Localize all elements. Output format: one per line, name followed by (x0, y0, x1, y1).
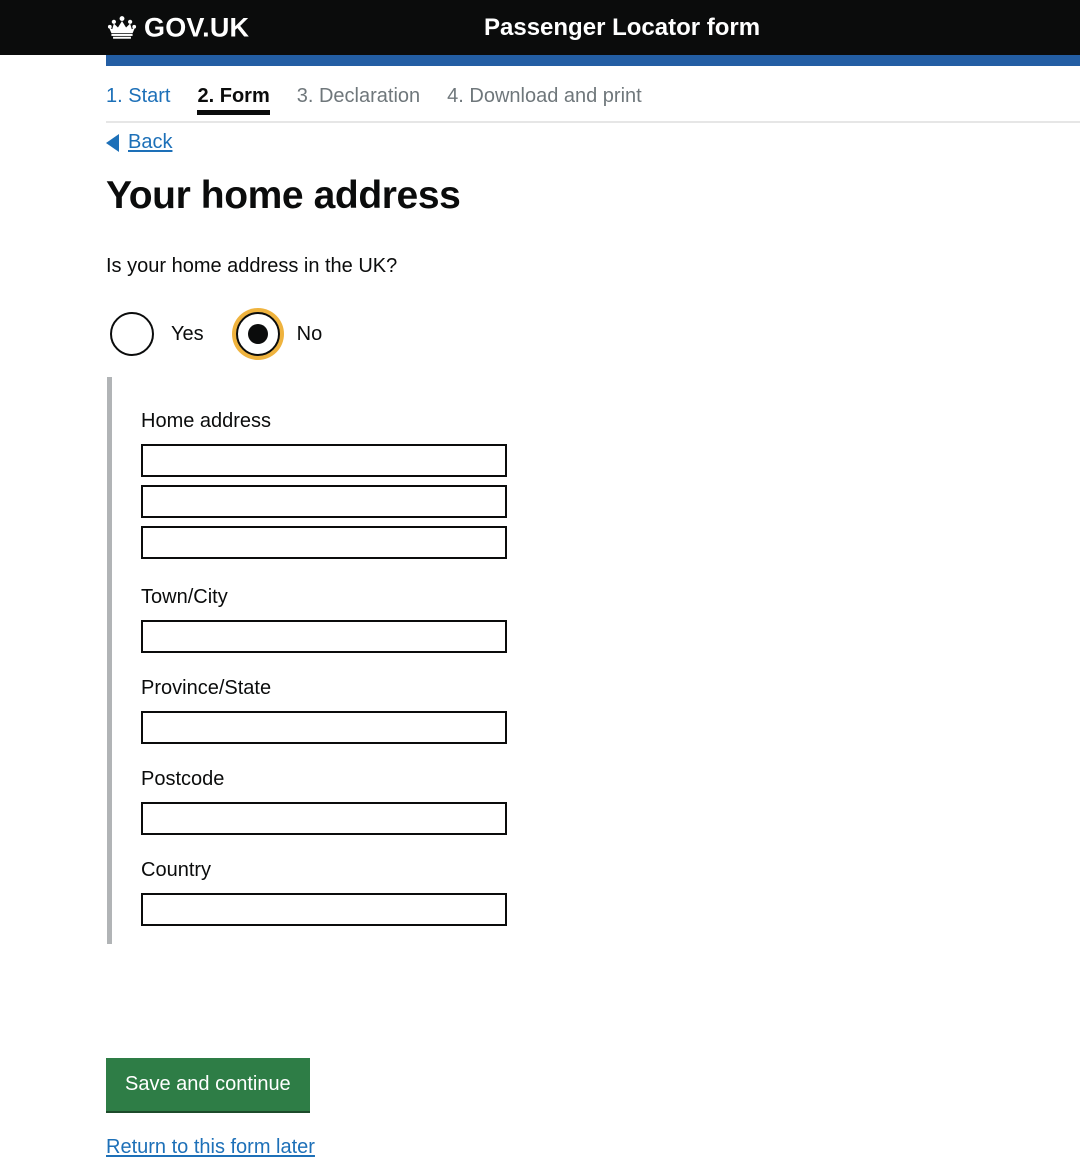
save-and-continue-button[interactable]: Save and continue (106, 1058, 310, 1111)
field-block-home-address: Home address (141, 408, 507, 559)
radio-label-yes: Yes (171, 323, 204, 345)
field-block-country: Country (141, 857, 507, 926)
nav-divider (106, 121, 1080, 123)
label-town-city: Town/City (141, 586, 228, 608)
step-navigation: 1. Start 2. Form 3. Declaration 4. Downl… (106, 83, 642, 115)
back-link-label: Back (128, 131, 173, 153)
input-home-address-line-3[interactable] (141, 526, 507, 559)
step-3-declaration[interactable]: 3. Declaration (297, 83, 420, 115)
step-2-form[interactable]: 2. Form (197, 83, 270, 115)
govuk-header: GOV.UK Passenger Locator form (0, 0, 1080, 55)
step-1-start[interactable]: 1. Start (106, 83, 170, 115)
field-block-town-city: Town/City (141, 584, 507, 653)
radio-dot-no (247, 324, 268, 344)
question-label: Is your home address in the UK? (106, 255, 398, 277)
field-block-province-state: Province/State (141, 675, 507, 744)
govuk-logo-text: GOV.UK (144, 12, 250, 42)
back-link[interactable]: Back (106, 131, 172, 154)
radio-circle-no (235, 312, 280, 356)
radio-focus-ring-no (231, 308, 284, 360)
radio-label-no: No (296, 323, 323, 345)
govuk-logo-link[interactable]: GOV.UK (106, 14, 249, 41)
input-country[interactable] (141, 893, 507, 926)
input-postcode[interactable] (141, 802, 507, 835)
radio-circle-yes (110, 312, 154, 356)
address-fields-panel: Home address Town/City Province/State Po… (107, 377, 507, 944)
radio-option-yes[interactable]: Yes (106, 308, 204, 360)
label-postcode: Postcode (141, 768, 225, 790)
service-name: Passenger Locator form (484, 13, 761, 41)
input-home-address-line-1[interactable] (141, 444, 507, 477)
radio-focus-ring-yes (106, 308, 158, 360)
label-province-state: Province/State (141, 677, 272, 699)
input-town-city[interactable] (141, 620, 507, 653)
accent-bar (106, 55, 1080, 66)
input-home-address-line-2[interactable] (141, 485, 507, 518)
page-title: Your home address (106, 174, 461, 217)
left-triangle-icon (106, 133, 119, 152)
label-home-address: Home address (141, 410, 272, 432)
field-block-postcode: Postcode (141, 766, 507, 835)
input-province-state[interactable] (141, 711, 507, 744)
step-4-download-and-print[interactable]: 4. Download and print (447, 83, 642, 115)
label-country: Country (141, 859, 212, 881)
crown-icon (107, 16, 137, 39)
uk-address-radio-group: Yes No (106, 308, 322, 360)
return-to-form-later-link[interactable]: Return to this form later (106, 1134, 315, 1160)
radio-option-no[interactable]: No (231, 308, 323, 360)
